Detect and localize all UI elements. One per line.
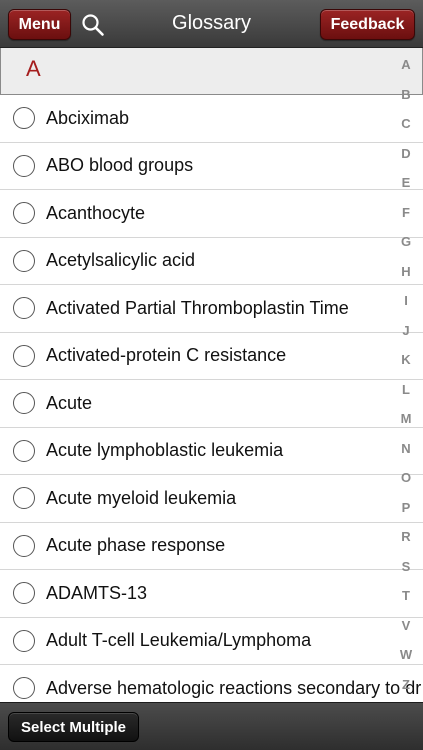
list-item[interactable]: Adverse hematologic reactions secondary … <box>0 665 423 702</box>
list-item[interactable]: Acute <box>0 380 423 428</box>
select-multiple-button[interactable]: Select Multiple <box>8 712 139 742</box>
index-letter-l[interactable]: L <box>389 382 423 397</box>
radio-circle-icon[interactable] <box>13 629 35 652</box>
index-letter-h[interactable]: H <box>389 264 423 279</box>
search-icon[interactable] <box>80 12 106 38</box>
list-item-label: ADAMTS-13 <box>46 582 148 603</box>
feedback-button[interactable]: Feedback <box>320 9 415 40</box>
radio-circle-icon[interactable] <box>13 677 35 700</box>
list-item[interactable]: Acute lymphoblastic leukemia <box>0 428 423 475</box>
menu-button[interactable]: Menu <box>8 9 71 40</box>
bottom-toolbar: Select Multiple <box>0 702 423 750</box>
list-item-label: Abciximab <box>46 107 130 128</box>
list-item[interactable]: Acute myeloid leukemia <box>0 475 423 523</box>
list-item-label: Acute phase response <box>46 535 226 556</box>
list-item[interactable]: Adult T-cell Leukemia/Lymphoma <box>0 618 423 665</box>
index-letter-w[interactable]: W <box>389 647 423 662</box>
list-item[interactable]: Acute phase response <box>0 523 423 570</box>
list-item-label: Acute lymphoblastic leukemia <box>46 440 284 461</box>
radio-circle-icon[interactable] <box>13 154 35 177</box>
index-letter-g[interactable]: G <box>389 234 423 249</box>
radio-circle-icon[interactable] <box>13 249 35 272</box>
list-item-label: Acetylsalicylic acid <box>46 250 196 271</box>
index-letter-j[interactable]: J <box>389 323 423 338</box>
list-item-label: Activated Partial Thromboplastin Time <box>46 297 349 318</box>
glossary-list[interactable]: Abciximab ABO blood groups Acanthocyte Acet… <box>0 95 423 702</box>
list-item[interactable]: ABO blood groups <box>0 143 423 190</box>
list-item-label: ABO blood groups <box>46 155 194 176</box>
index-letter-k[interactable]: K <box>389 352 423 367</box>
radio-circle-icon[interactable] <box>13 344 35 367</box>
index-letter-n[interactable]: N <box>389 441 423 456</box>
radio-circle-icon[interactable] <box>13 487 35 510</box>
section-letter: A <box>26 56 41 81</box>
index-letter-i[interactable]: I <box>389 293 423 308</box>
radio-circle-icon[interactable] <box>13 582 35 605</box>
index-letter-a[interactable]: A <box>389 57 423 72</box>
list-item-label: Activated-protein C resistance <box>46 345 287 366</box>
index-letter-d[interactable]: D <box>389 146 423 161</box>
radio-circle-icon[interactable] <box>13 202 35 225</box>
section-header: A <box>0 48 423 95</box>
list-item[interactable]: Activated-protein C resistance <box>0 333 423 380</box>
radio-circle-icon[interactable] <box>13 534 35 557</box>
list-item-label: Acanthocyte <box>46 202 146 223</box>
index-letter-m[interactable]: M <box>389 411 423 426</box>
index-letter-p[interactable]: P <box>389 500 423 515</box>
index-letter-r[interactable]: R <box>389 529 423 544</box>
radio-circle-icon[interactable] <box>13 392 35 415</box>
radio-circle-icon[interactable] <box>13 107 35 130</box>
list-item[interactable]: Abciximab <box>0 95 423 143</box>
alphabet-index[interactable]: ABCDEFGHIJKLMNOPRSTVWZ <box>389 57 423 697</box>
list-item-label: Adverse hematologic reactions secondary … <box>46 677 422 698</box>
index-letter-e[interactable]: E <box>389 175 423 190</box>
index-letter-v[interactable]: V <box>389 618 423 633</box>
list-item[interactable]: Acetylsalicylic acid <box>0 238 423 285</box>
list-item[interactable]: Acanthocyte <box>0 190 423 238</box>
list-item[interactable]: ADAMTS-13 <box>0 570 423 618</box>
top-navigation-bar: Menu Glossary Feedback <box>0 0 423 48</box>
list-item-label: Adult T-cell Leukemia/Lymphoma <box>46 630 312 651</box>
index-letter-f[interactable]: F <box>389 205 423 220</box>
index-letter-c[interactable]: C <box>389 116 423 131</box>
index-letter-o[interactable]: O <box>389 470 423 485</box>
radio-circle-icon[interactable] <box>13 439 35 462</box>
list-item-label: Acute myeloid leukemia <box>46 487 237 508</box>
index-letter-s[interactable]: S <box>389 559 423 574</box>
list-item-label: Acute <box>46 392 93 413</box>
index-letter-z[interactable]: Z <box>389 677 423 692</box>
index-letter-b[interactable]: B <box>389 87 423 102</box>
radio-circle-icon[interactable] <box>13 297 35 320</box>
list-item[interactable]: Activated Partial Thromboplastin Time <box>0 285 423 333</box>
index-letter-t[interactable]: T <box>389 588 423 603</box>
